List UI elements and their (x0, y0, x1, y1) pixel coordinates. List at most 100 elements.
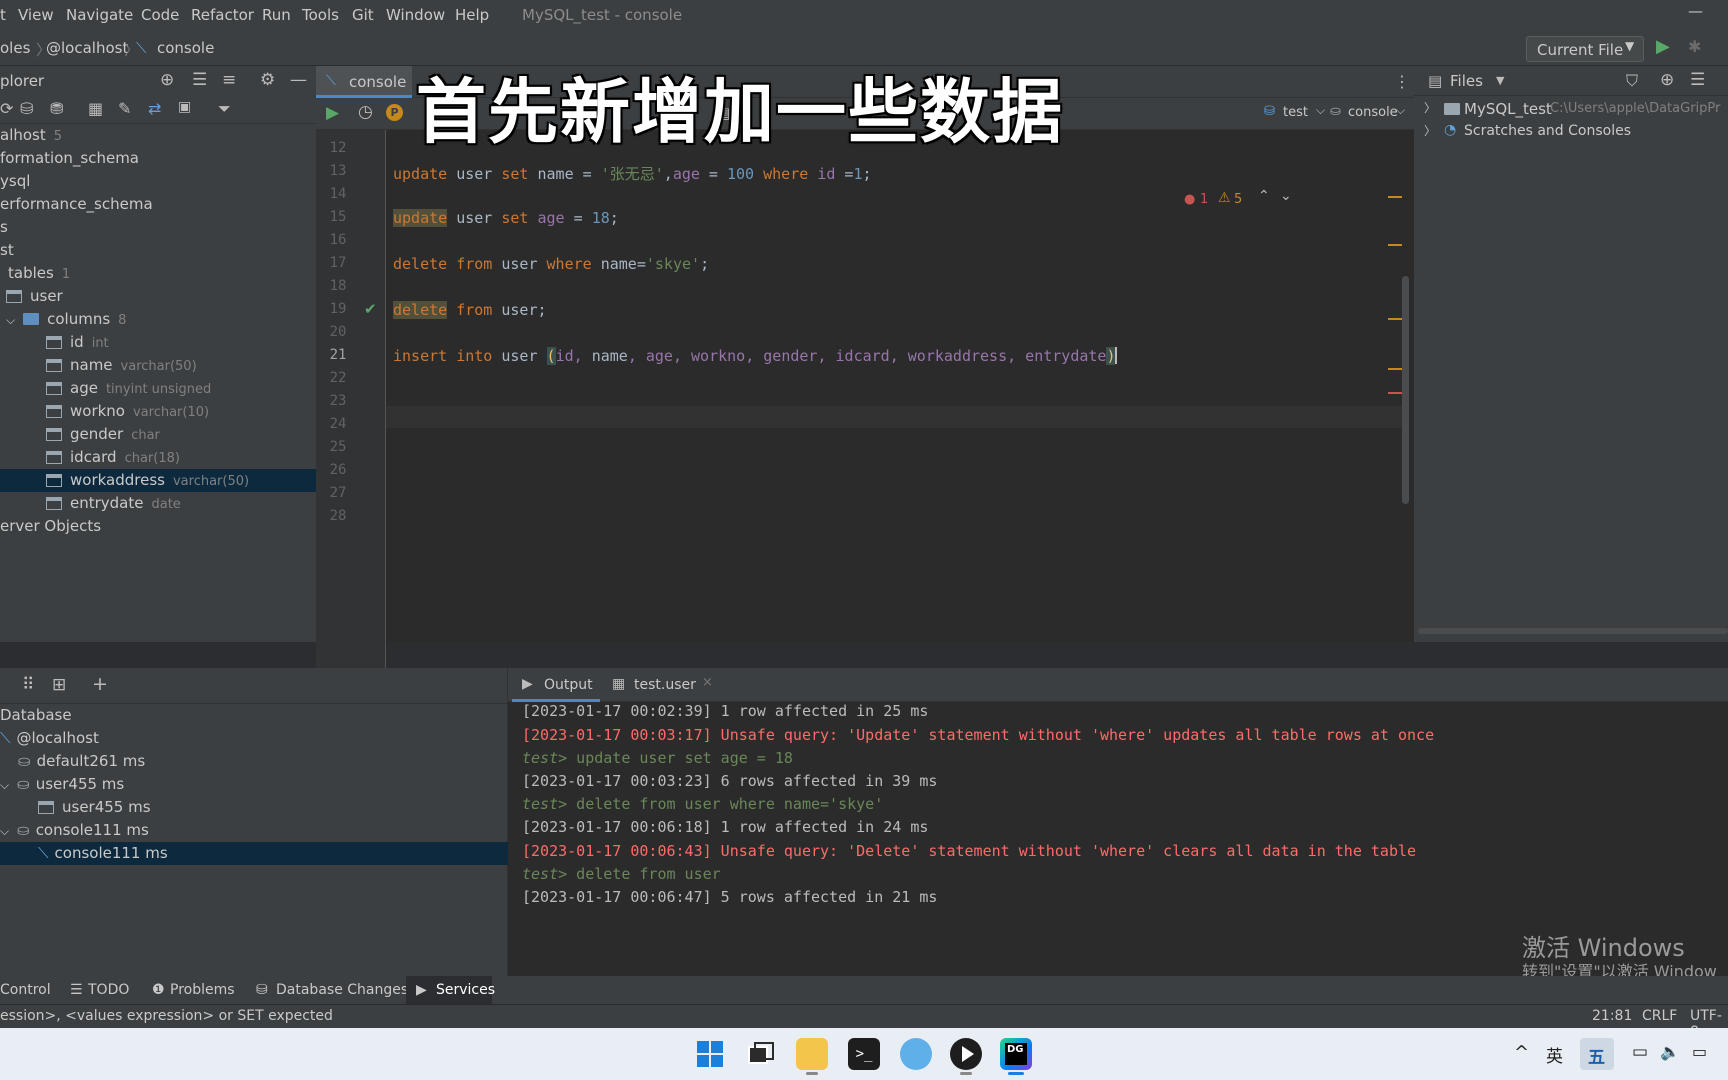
editor-scrollbar[interactable] (1402, 276, 1409, 504)
tab-console[interactable]: ⟍ console (316, 66, 412, 98)
breadcrumb-consoles[interactable]: oles (0, 39, 30, 57)
ime-wubi-button[interactable]: 五 (1580, 1038, 1614, 1070)
query-console-icon[interactable]: ▣ (178, 99, 191, 115)
run-config-select[interactable]: Current File ▼ (1526, 36, 1644, 62)
tree-item-test[interactable]: st (0, 239, 316, 262)
more-options-icon[interactable]: ⋮ (1394, 72, 1410, 91)
menu-item-refactor[interactable]: Refactor (191, 6, 254, 24)
file-explorer-icon[interactable] (796, 1038, 828, 1070)
debug-icon[interactable]: ✱ (1688, 37, 1701, 56)
menu-item-help[interactable]: Help (455, 6, 489, 24)
locate-icon[interactable]: ⊕ (160, 70, 174, 90)
tree-item-localhost[interactable]: alhost 5 (0, 124, 316, 147)
tree-item-column-workno[interactable]: workno varchar(10) (0, 400, 316, 423)
line-separator[interactable]: CRLF (1642, 1008, 1677, 1024)
gear-icon[interactable]: ⚙ (260, 70, 275, 90)
service-node-user-session[interactable]: ⌵ ⛀ user455 ms (0, 775, 124, 793)
tool-tab-todo[interactable]: TODO (88, 982, 129, 998)
tree-item-server-objects[interactable]: erver Objects (0, 515, 316, 538)
menu-item-git[interactable]: Git (352, 6, 374, 24)
tree-item-column-age[interactable]: age tinyint unsigned (0, 377, 316, 400)
tool-tab-database-changes[interactable]: Database Changes (276, 982, 408, 998)
group-by-icon[interactable]: ⠿ (22, 675, 34, 695)
refresh-icon[interactable]: ⟳ (0, 99, 13, 118)
tool-tab-problems[interactable]: Problems (170, 982, 235, 998)
schema-selector[interactable]: test (1283, 105, 1308, 120)
tx-mode-icon[interactable]: P (386, 104, 403, 121)
edit-icon[interactable]: ✎ (118, 99, 131, 118)
tree-item-column-workaddress[interactable]: workaddress varchar(50) (0, 469, 316, 492)
tree-item-performance-schema[interactable]: erformance_schema (0, 193, 316, 216)
tree-item-user-table[interactable]: user (0, 285, 316, 308)
breadcrumb-localhost[interactable]: @localhost (46, 39, 128, 57)
menu-item-run[interactable]: Run (262, 6, 291, 24)
breadcrumb-console[interactable]: console (157, 39, 214, 57)
ime-mode-icon[interactable]: 英 (1546, 1042, 1563, 1067)
menu-item-view[interactable]: View (18, 6, 54, 24)
tree-item-column-idcard[interactable]: idcard char(18) (0, 446, 316, 469)
tree-item-column-gender[interactable]: gender char (0, 423, 316, 446)
tree-item-information-schema[interactable]: formation_schema (0, 147, 316, 170)
files-scrollbar[interactable] (1418, 628, 1728, 634)
collapse-all-icon[interactable]: ☰ (1690, 70, 1705, 90)
tree-item-columns[interactable]: ⌵ columns 8 (0, 308, 316, 331)
chevron-down-icon[interactable]: ▼ (1496, 74, 1504, 87)
volume-icon[interactable]: 🔈 (1660, 1042, 1680, 1061)
files-title[interactable]: Files (1450, 72, 1483, 90)
tree-item-sys[interactable]: s (0, 216, 316, 239)
warning-marker[interactable] (1388, 196, 1402, 198)
tree-item-column-id[interactable]: id int (0, 331, 316, 354)
chevron-down-icon[interactable]: ⌄ (1280, 188, 1292, 204)
menu-item-window[interactable]: Window (386, 6, 445, 24)
execute-icon[interactable]: ▶ (326, 103, 339, 123)
code-area[interactable]: update user set name = '张无忌',age = 100 w… (386, 130, 1414, 676)
tool-tab-services-active[interactable]: ▶ Services (406, 976, 495, 1004)
task-view-icon[interactable] (744, 1038, 776, 1070)
warning-marker[interactable] (1388, 368, 1402, 370)
session-selector[interactable]: console (1348, 105, 1398, 120)
service-node-localhost[interactable]: ⟍ @localhost (0, 729, 99, 747)
add-icon[interactable]: + (92, 673, 108, 695)
tree-item-tables[interactable]: tables 1 (0, 262, 316, 285)
collapse-all-icon[interactable]: ≡ (222, 70, 236, 90)
history-icon[interactable]: ◷ (358, 102, 373, 122)
service-node-default[interactable]: ⛀ default261 ms (18, 752, 145, 770)
warning-marker[interactable] (1388, 244, 1402, 246)
folder-open-icon[interactable]: ⛉ (1626, 71, 1638, 91)
locate-icon[interactable]: ⊕ (1660, 70, 1674, 90)
service-node-console[interactable]: ⟍ console111 ms (38, 844, 168, 862)
data-source-icon[interactable]: ⛃ (50, 99, 63, 118)
minimize-icon[interactable]: — (1688, 2, 1703, 20)
jump-icon[interactable]: ⇄ (148, 99, 161, 118)
files-tree-project[interactable]: 〉 MySQL_test C:\Users\apple\DataGripPr (1414, 98, 1728, 121)
tree-item-column-entrydate[interactable]: entrydate date (0, 492, 316, 515)
table-icon[interactable]: ▦ (88, 99, 103, 118)
run-icon[interactable]: ▶ (1656, 36, 1670, 57)
expand-all-icon[interactable]: ☰ (192, 70, 207, 90)
warning-marker[interactable] (1388, 318, 1402, 320)
service-node-console-session[interactable]: ⌵ ⛀ console111 ms (0, 821, 149, 839)
tab-output[interactable]: ▶ Output (512, 668, 600, 702)
tree-item-column-name[interactable]: name varchar(50) (0, 354, 316, 377)
files-tree-scratches[interactable]: 〉 ◔ Scratches and Consoles (1414, 121, 1728, 144)
battery-icon[interactable]: ▭ (1692, 1042, 1707, 1061)
media-player-icon[interactable] (950, 1038, 982, 1070)
tab-test-user[interactable]: ▦ test.user × (612, 668, 716, 702)
menu-item-tools[interactable]: Tools (302, 6, 339, 24)
service-node-database[interactable]: Database (0, 706, 72, 724)
bird-app-icon[interactable] (900, 1038, 932, 1070)
warning-icon[interactable]: ⚠ (1218, 190, 1231, 206)
chevron-up-icon[interactable]: ^ (1514, 1042, 1529, 1063)
menu-item-file[interactable]: t (0, 6, 6, 24)
menu-item-navigate[interactable]: Navigate (66, 6, 133, 24)
tool-tab-version-control[interactable]: Control (0, 982, 51, 998)
network-icon[interactable]: ▭ (1632, 1042, 1648, 1062)
hide-panel-icon[interactable]: — (290, 70, 307, 90)
chevron-up-icon[interactable]: ⌃ (1258, 188, 1270, 204)
windows-start-icon[interactable] (694, 1038, 726, 1070)
tree-item-mysql[interactable]: ysql (0, 170, 316, 193)
schema-icon[interactable]: ⛁ (20, 99, 33, 118)
filter-icon[interactable]: ⏷ (218, 99, 231, 119)
close-icon[interactable]: × (702, 675, 713, 690)
service-node-user-table[interactable]: user455 ms (38, 798, 151, 816)
